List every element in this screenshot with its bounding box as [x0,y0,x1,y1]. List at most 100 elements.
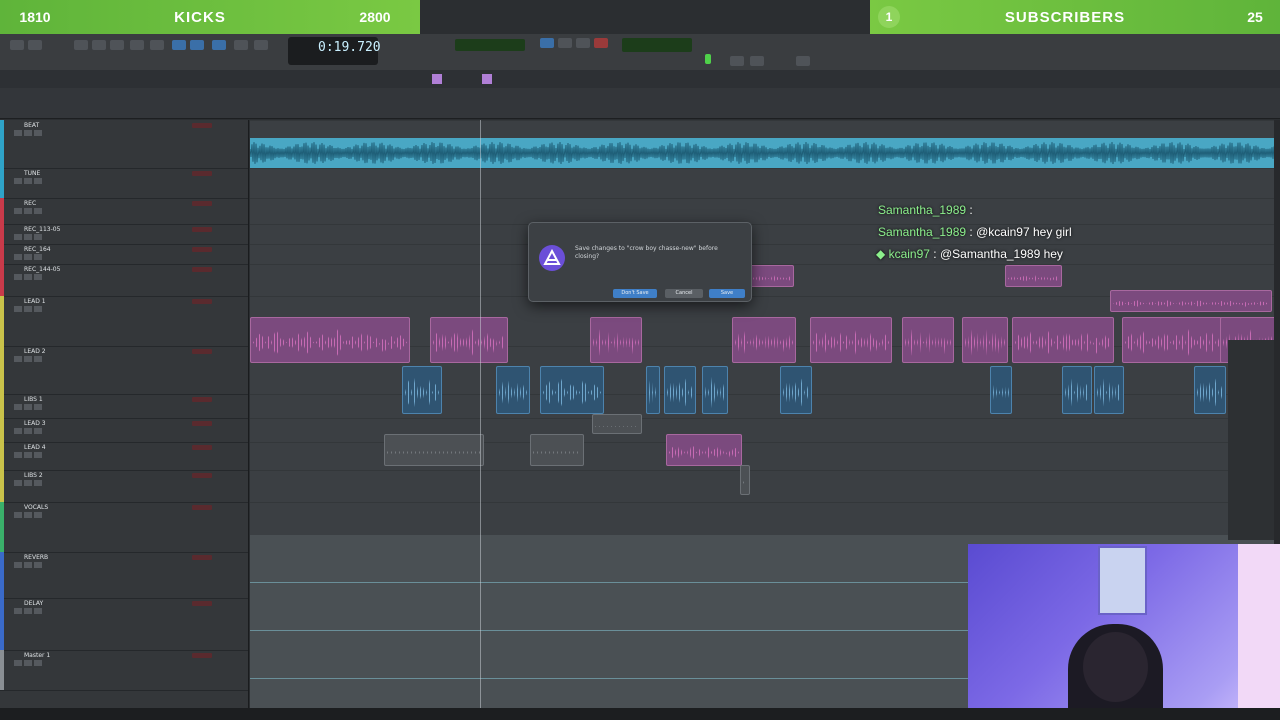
track-name[interactable]: Master 1 [24,652,50,659]
insert-slot[interactable] [192,349,212,354]
mute-button[interactable] [14,512,22,518]
audio-clip[interactable] [962,317,1008,363]
track-header[interactable]: LEAD 3 [0,418,248,443]
mute-button[interactable] [14,404,22,410]
track-name[interactable]: TUNE [24,170,40,177]
nudge-display[interactable] [455,39,525,51]
record-arm-button[interactable] [34,404,42,410]
solo-button[interactable] [24,404,32,410]
mute-button[interactable] [14,480,22,486]
track-name[interactable]: REVERB [24,554,48,561]
audio-clip[interactable] [702,366,728,414]
stop-button[interactable] [558,38,572,48]
audio-clip[interactable] [430,317,508,363]
mute-button[interactable] [14,608,22,614]
grid-tool-icon[interactable] [190,40,204,50]
solo-button[interactable] [24,512,32,518]
scrubber-tool-icon[interactable] [130,40,144,50]
record-arm-button[interactable] [34,254,42,260]
audio-clip[interactable] [592,414,642,434]
track-name[interactable]: LEAD 2 [24,348,46,355]
insert-slot[interactable] [192,171,212,176]
audio-clip[interactable] [384,434,484,466]
track-header[interactable]: REC_144-05 [0,264,248,297]
record-arm-button[interactable] [34,452,42,458]
track-header[interactable]: REVERB [0,552,248,599]
search-icon[interactable] [730,56,744,66]
mute-button[interactable] [14,274,22,280]
zoom-button[interactable] [10,40,24,50]
track-header[interactable]: TUNE [0,168,248,199]
mute-button[interactable] [14,234,22,240]
solo-button[interactable] [24,178,32,184]
insert-slot[interactable] [192,267,212,272]
audio-clip[interactable] [1005,265,1062,287]
mute-button[interactable] [14,208,22,214]
track-name[interactable]: REC_144-05 [24,266,60,273]
audio-clip[interactable] [1012,317,1114,363]
track-name[interactable]: REC_164 [24,246,51,253]
audio-clip[interactable] [402,366,442,414]
audio-clip[interactable] [902,317,954,363]
track-name[interactable]: LEAD 4 [24,444,46,451]
record-arm-button[interactable] [34,356,42,362]
record-arm-button[interactable] [34,306,42,312]
track-name[interactable]: LEAD 3 [24,420,46,427]
insert-slot[interactable] [192,445,212,450]
record-arm-button[interactable] [34,428,42,434]
audio-clip[interactable] [250,317,410,363]
cancel-button[interactable]: Cancel [665,289,703,298]
insert-slot[interactable] [192,201,212,206]
audio-clip[interactable] [780,366,812,414]
track-header[interactable]: LEAD 2 [0,346,248,395]
tempo-display[interactable] [622,38,692,52]
solo-button[interactable] [24,234,32,240]
record-arm-button[interactable] [34,234,42,240]
dont-save-button[interactable]: Don't Save [613,289,657,298]
audio-clip[interactable] [740,465,750,495]
track-header[interactable]: DELAY [0,598,248,651]
solo-button[interactable] [24,428,32,434]
mute-button[interactable] [14,130,22,136]
tab-to-transient-icon[interactable] [234,40,248,50]
solo-button[interactable] [24,274,32,280]
audio-clip[interactable] [590,317,642,363]
solo-button[interactable] [24,208,32,214]
audio-clip[interactable] [664,366,696,414]
audio-clip[interactable] [990,366,1012,414]
track-header[interactable]: Master 1 [0,650,248,691]
audio-clip[interactable] [496,366,530,414]
play-button[interactable] [576,38,590,48]
playhead-cursor[interactable] [480,120,481,710]
mute-button[interactable] [14,428,22,434]
smart-tool-icon[interactable] [172,40,186,50]
save-button[interactable]: Save [709,289,745,298]
audio-clip[interactable] [810,317,892,363]
track-name[interactable]: BEAT [24,122,39,129]
insert-slot[interactable] [192,653,212,658]
insert-slot[interactable] [192,397,212,402]
mute-button[interactable] [14,452,22,458]
record-arm-button[interactable] [34,178,42,184]
track-header[interactable]: LIBS 2 [0,470,248,503]
record-button[interactable] [594,38,608,48]
track-header[interactable]: LIBS 1 [0,394,248,419]
insert-slot[interactable] [192,227,212,232]
track-header[interactable]: LEAD 4 [0,442,248,471]
record-arm-button[interactable] [34,130,42,136]
insert-slot[interactable] [192,247,212,252]
audio-clip[interactable] [666,434,742,466]
mute-button[interactable] [14,306,22,312]
record-arm-button[interactable] [34,480,42,486]
marker-flag[interactable] [432,74,442,84]
audio-clip[interactable] [540,366,604,414]
track-header[interactable]: LEAD 1 [0,296,248,347]
solo-button[interactable] [24,306,32,312]
grabber-tool-icon[interactable] [110,40,124,50]
track-header[interactable]: REC_164 [0,244,248,265]
link-tool-icon[interactable] [212,40,226,50]
track-name[interactable]: LEAD 1 [24,298,46,305]
mode-button[interactable] [28,40,42,50]
track-header[interactable]: REC [0,198,248,225]
audio-clip[interactable] [732,317,796,363]
